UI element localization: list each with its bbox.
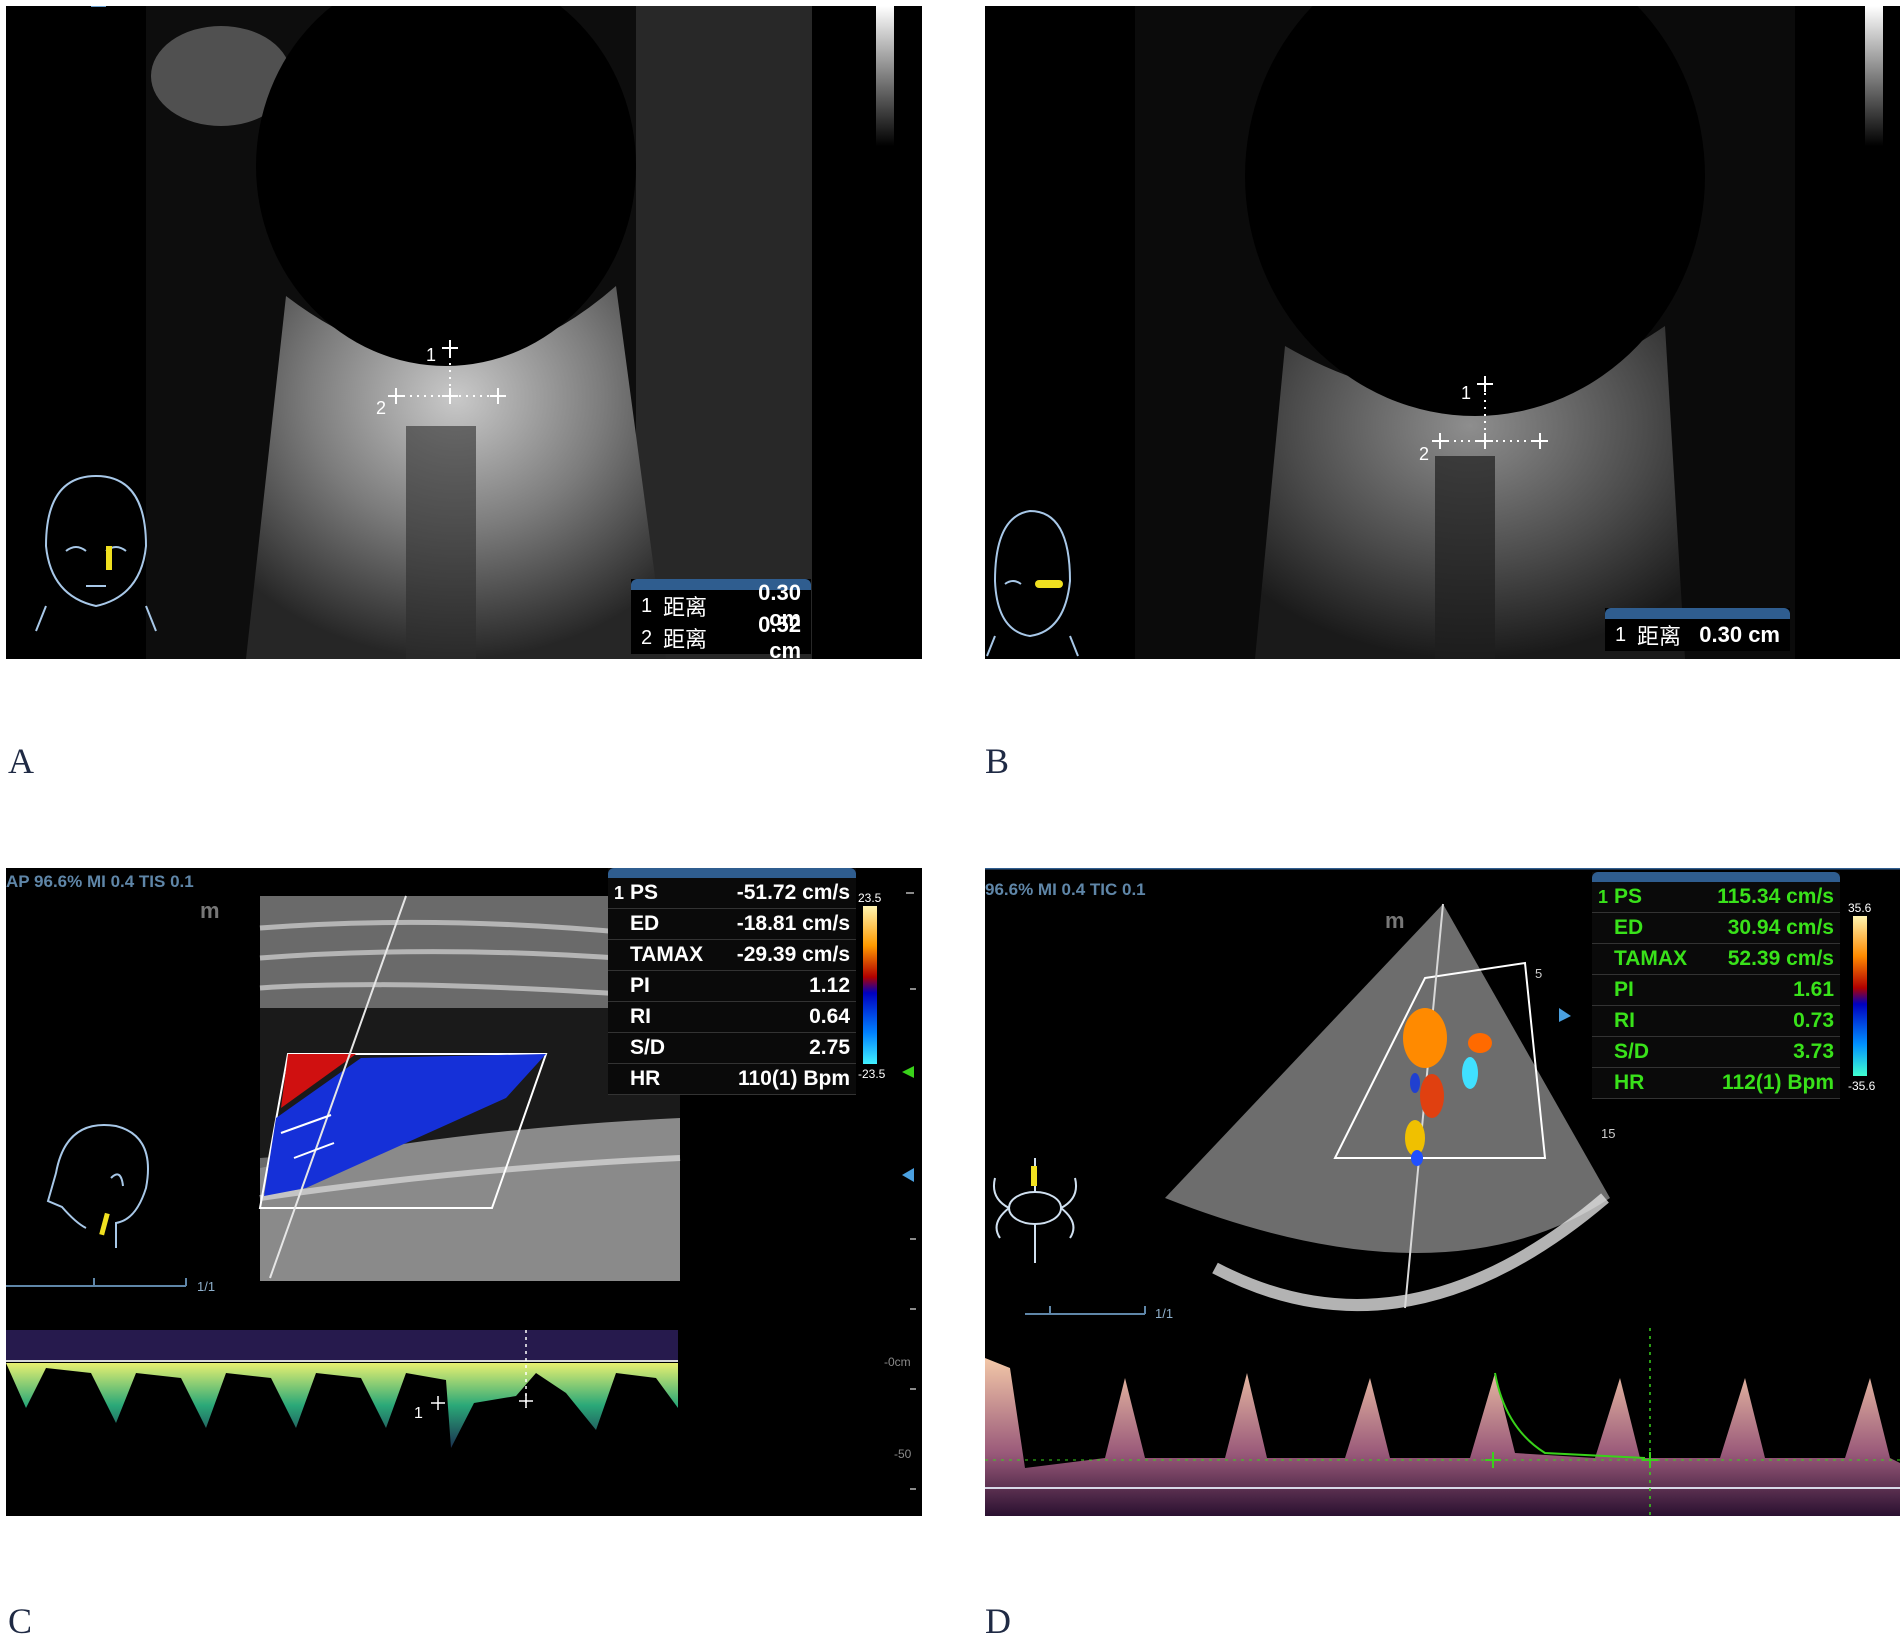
doppler-row-pi-d: PI 1.61 bbox=[1592, 975, 1840, 1006]
spectral-marker-c: 1 bbox=[414, 1405, 423, 1422]
panel-a-ultrasound: 1 2 1 距离 0.30 cm 2 距离 0.52 cm bbox=[6, 6, 922, 659]
measurement-row-b-1: 1 距离 0.30 cm bbox=[1615, 622, 1780, 649]
ocular-ultrasound-image-b: 1 2 bbox=[986, 6, 1883, 659]
panel-d-doppler: 5 15 35.6 -35.6 m 96.6% MI 0.4 TIC 0.1 1… bbox=[985, 868, 1900, 1516]
doppler-row-tamax-c: TAMAX -29.39 cm/s bbox=[608, 940, 856, 971]
doppler-row-ps-d: 1 PS 115.34 cm/s bbox=[1592, 882, 1840, 913]
doppler-row-ed-d: ED 30.94 cm/s bbox=[1592, 913, 1840, 944]
depth-label-50-c: -50 bbox=[894, 1447, 912, 1461]
doppler-values-c: 1 PS -51.72 cm/s ED -18.81 cm/s TAMAX -29.39… bbox=[608, 868, 856, 1095]
m-mode-icon-c: m bbox=[200, 898, 220, 923]
doppler-row-ed-c: ED -18.81 cm/s bbox=[608, 909, 856, 940]
doppler-row-sd-d: S/D 3.73 bbox=[1592, 1037, 1840, 1068]
marker-2-b: 2 bbox=[1419, 444, 1429, 464]
color-scale-top-d: 35.6 bbox=[1848, 901, 1872, 915]
panel-label-a: A bbox=[8, 741, 34, 781]
measurement-box-b: 1 距离 0.30 cm bbox=[1605, 608, 1790, 651]
marker-1-a: 1 bbox=[426, 345, 436, 365]
color-scale-top-c: 23.5 bbox=[858, 891, 882, 905]
face-probe-icon-a bbox=[35, 474, 157, 632]
doppler-row-ps-c: 1 PS -51.72 cm/s bbox=[608, 878, 856, 909]
panel-b-ultrasound: 1 2 1 距离 0.30 cm bbox=[985, 6, 1900, 659]
acquisition-header-c: AP 96.6% MI 0.4 TIS 0.1 bbox=[6, 872, 194, 891]
doppler-row-ri-d: RI 0.73 bbox=[1592, 1006, 1840, 1037]
depth-mark-15-d: 15 bbox=[1601, 1126, 1615, 1141]
panel-label-c: C bbox=[8, 1601, 33, 1641]
face-probe-icon-b bbox=[986, 509, 1079, 657]
panel-label-b: B bbox=[985, 741, 1010, 781]
panel-c-doppler: 23.5 -23.5 1 -0cm -50 m AP 96.6% MI 0.4 … bbox=[6, 868, 922, 1516]
doppler-row-pi-c: PI 1.12 bbox=[608, 971, 856, 1002]
doppler-row-hr-d: HR 112(1) Bpm bbox=[1592, 1068, 1840, 1099]
doppler-row-hr-c: HR 110(1) Bpm bbox=[608, 1064, 856, 1095]
measurement-box-a: 1 距离 0.30 cm 2 距离 0.52 cm bbox=[631, 579, 811, 659]
page-indicator-d: 1/1 bbox=[1155, 1306, 1174, 1321]
marker-2-a: 2 bbox=[376, 398, 386, 418]
doppler-row-ri-c: RI 0.64 bbox=[608, 1002, 856, 1033]
doppler-values-d: 1 PS 115.34 cm/s ED 30.94 cm/s TAMAX 52.39 c… bbox=[1592, 872, 1840, 1099]
ocular-ultrasound-image-a: 1 2 bbox=[35, 6, 894, 659]
doppler-row-sd-c: S/D 2.75 bbox=[608, 1033, 856, 1064]
doppler-row-tamax-d: TAMAX 52.39 cm/s bbox=[1592, 944, 1840, 975]
depth-label-0-c: -0cm bbox=[884, 1355, 911, 1369]
marker-1-b: 1 bbox=[1461, 383, 1471, 403]
panel-label-d: D bbox=[985, 1601, 1011, 1641]
page-indicator-c: 1/1 bbox=[197, 1279, 216, 1294]
measurement-row-a-2: 2 距离 0.52 cm bbox=[641, 612, 801, 659]
depth-mark-5-d: 5 bbox=[1535, 966, 1542, 981]
head-probe-icon-c bbox=[46, 1124, 149, 1248]
m-mode-icon-d: m bbox=[1385, 908, 1405, 933]
color-scale-bottom-c: -23.5 bbox=[858, 1067, 886, 1081]
acquisition-header-d: 96.6% MI 0.4 TIC 0.1 bbox=[985, 880, 1146, 899]
color-scale-bottom-d: -35.6 bbox=[1848, 1079, 1876, 1093]
